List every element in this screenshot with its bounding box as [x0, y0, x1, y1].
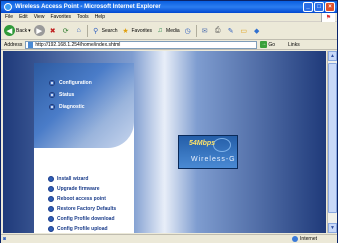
go-label: Go — [268, 41, 276, 48]
status-bar: ◙ Internet — [1, 234, 337, 243]
search-button[interactable]: ⚲ Search — [91, 26, 118, 36]
back-arrow-icon: ◀ — [4, 25, 15, 36]
minimize-button[interactable]: _ — [303, 2, 313, 12]
link-install-wizard[interactable]: Install wizard — [48, 174, 134, 184]
page-viewport: Configuration Status Diagnostic Install … — [3, 51, 326, 233]
toolbar: ◀ Back ▾ ▶ ✖ ⟳ ⌂ ⚲ Search ★ Favorites ♫ … — [1, 22, 337, 40]
bullet-icon — [49, 92, 55, 98]
link-label: Install wizard — [57, 176, 89, 182]
main-nav: Configuration Status Diagnostic — [34, 63, 134, 148]
product-logo: 54Mbps Wireless-G — [178, 135, 238, 169]
link-upgrade-firmware[interactable]: Upgrade firmware — [48, 184, 134, 194]
favorites-label: Favorites — [131, 27, 153, 34]
menu-bar: File Edit View Favorites Tools Help ⚑ — [1, 13, 337, 22]
link-label: Config Profile download — [57, 216, 115, 222]
nav-item-configuration[interactable]: Configuration — [49, 80, 92, 86]
go-arrow-icon: → — [260, 41, 268, 48]
globe-icon — [292, 236, 299, 242]
vertical-scrollbar[interactable]: ▲ ▼ — [327, 51, 337, 233]
tools-list: Install wizard Upgrade firmware Reboot a… — [48, 174, 134, 233]
left-panel: Configuration Status Diagnostic Install … — [34, 63, 134, 233]
page-done-icon: ◙ — [3, 236, 7, 242]
history-icon[interactable]: ◷ — [183, 26, 193, 36]
menu-tools[interactable]: Tools — [77, 14, 89, 20]
menu-file[interactable]: File — [5, 14, 13, 20]
link-restore-factory-defaults[interactable]: Restore Factory Defaults — [48, 204, 134, 214]
links-label[interactable]: Links — [288, 42, 300, 48]
nav-label: Configuration — [59, 80, 92, 86]
bullet-icon — [48, 206, 54, 212]
menu-edit[interactable]: Edit — [19, 14, 28, 20]
star-icon: ★ — [122, 27, 129, 35]
stop-icon[interactable]: ✖ — [48, 26, 58, 36]
media-label: Media — [166, 27, 180, 34]
refresh-icon[interactable]: ⟳ — [61, 26, 71, 36]
logo-brand: Wireless-G — [191, 156, 236, 163]
messenger-icon[interactable]: ◆ — [252, 26, 262, 36]
page-icon — [28, 41, 34, 48]
bullet-icon — [48, 196, 54, 202]
browser-window: Wireless Access Point - Microsoft Intern… — [0, 0, 338, 243]
go-button[interactable]: → Go — [260, 41, 275, 48]
menu-view[interactable]: View — [34, 14, 45, 20]
ie-icon — [4, 3, 12, 11]
toolbar-separator — [86, 24, 88, 37]
address-label: Address — [4, 41, 23, 48]
zone-label: Internet — [300, 236, 317, 242]
link-reboot-access-point[interactable]: Reboot access point — [48, 194, 134, 204]
chevron-down-icon: ▾ — [28, 27, 31, 34]
scroll-thumb[interactable] — [328, 63, 337, 213]
link-config-profile-upload[interactable]: Config Profile upload — [48, 224, 134, 233]
bullet-icon — [48, 226, 54, 232]
link-config-profile-download[interactable]: Config Profile download — [48, 214, 134, 224]
address-input[interactable]: http://192.168.1.254/home/index.shtml — [25, 40, 258, 49]
search-label: Search — [101, 27, 118, 34]
forward-arrow-icon: ▶ — [33, 25, 45, 36]
bullet-icon — [48, 186, 54, 192]
nav-label: Status — [59, 92, 75, 98]
toolbar-separator — [195, 24, 197, 37]
media-icon: ♫ — [157, 27, 163, 34]
windows-logo-icon: ⚑ — [321, 13, 335, 22]
back-label: Back — [16, 27, 28, 34]
nav-item-diagnostic[interactable]: Diagnostic — [49, 104, 85, 110]
edit-icon[interactable]: ✎ — [226, 26, 236, 36]
search-icon: ⚲ — [93, 27, 99, 35]
menu-favorites[interactable]: Favorites — [50, 14, 71, 20]
media-button[interactable]: ♫ Media — [155, 26, 180, 36]
link-label: Upgrade firmware — [57, 186, 100, 192]
folder-icon[interactable]: ▭ — [239, 26, 249, 36]
bullet-icon — [49, 104, 55, 110]
bullet-icon — [48, 176, 54, 182]
nav-label: Diagnostic — [59, 104, 85, 110]
window-controls: _ □ × — [303, 2, 335, 12]
title-bar: Wireless Access Point - Microsoft Intern… — [1, 1, 337, 13]
scroll-up-arrow-icon[interactable]: ▲ — [328, 51, 337, 61]
home-icon[interactable]: ⌂ — [74, 26, 84, 36]
nav-item-status[interactable]: Status — [49, 92, 74, 98]
maximize-button[interactable]: □ — [314, 2, 324, 12]
bullet-icon — [48, 216, 54, 222]
link-label: Restore Factory Defaults — [57, 206, 117, 212]
close-button[interactable]: × — [325, 2, 335, 12]
favorites-button[interactable]: ★ Favorites — [120, 26, 152, 36]
back-button[interactable]: ◀ Back ▾ — [4, 25, 31, 36]
swirl-graphic — [213, 138, 231, 152]
print-icon[interactable]: ⎙ — [213, 26, 223, 36]
address-bar: Address http://192.168.1.254/home/index.… — [1, 40, 337, 50]
scroll-down-arrow-icon[interactable]: ▼ — [328, 223, 337, 233]
window-title: Wireless Access Point - Microsoft Intern… — [15, 4, 161, 10]
forward-button[interactable]: ▶ — [33, 25, 45, 36]
link-label: Config Profile upload — [57, 226, 108, 232]
address-url: http://192.168.1.254/home/index.shtml — [35, 41, 121, 48]
link-label: Reboot access point — [57, 196, 106, 202]
logo-speed: 54Mbps — [189, 140, 216, 147]
mail-icon[interactable]: ✉ — [200, 26, 210, 36]
menu-help[interactable]: Help — [95, 14, 105, 20]
security-zone: Internet — [292, 236, 317, 242]
bullet-icon — [49, 80, 55, 86]
